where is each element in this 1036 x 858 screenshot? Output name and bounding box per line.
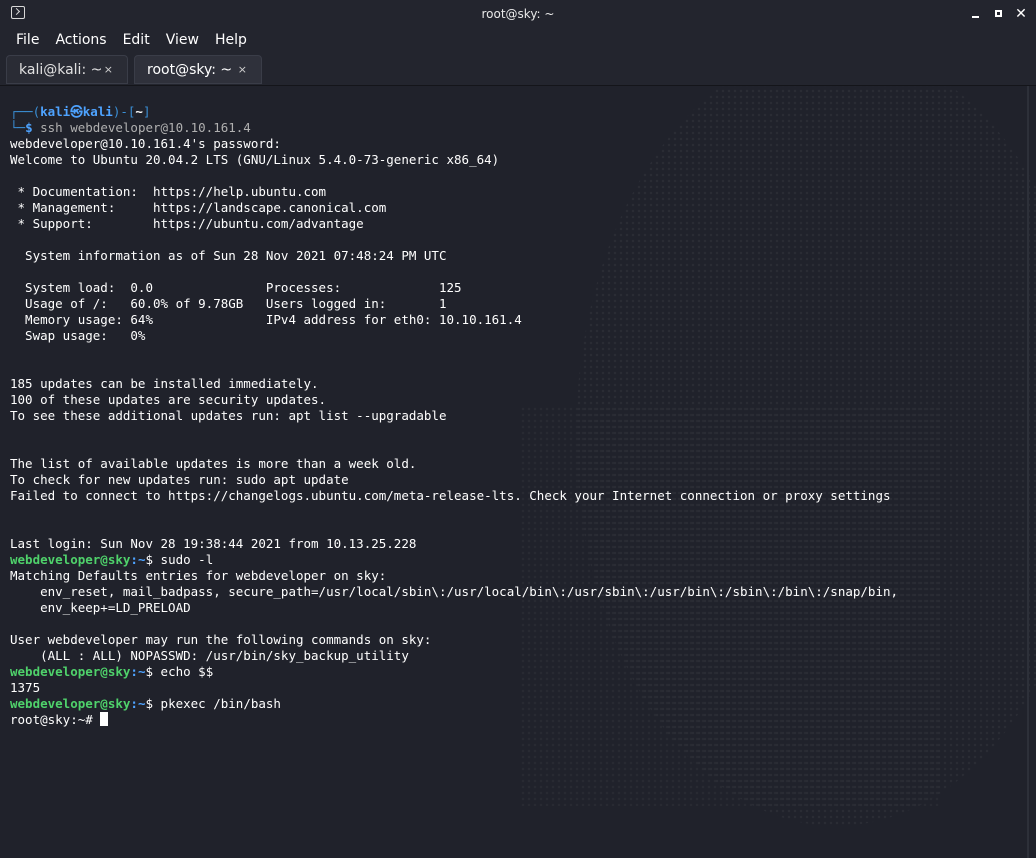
terminal-output-line bbox=[10, 168, 898, 184]
terminal-output-area[interactable]: ┌──(kali㉿kali)-[~] └─$ ssh webdeveloper@1… bbox=[0, 86, 1036, 858]
close-icon[interactable]: ✕ bbox=[1014, 7, 1028, 21]
terminal-output-line bbox=[10, 360, 898, 376]
terminal-output-line: Matching Defaults entries for webdevelop… bbox=[10, 568, 387, 583]
terminal-output-line bbox=[10, 344, 898, 360]
terminal-output-line: webdeveloper@10.10.161.4's password: bbox=[10, 136, 289, 151]
terminal-output-line: User webdeveloper may run the following … bbox=[10, 632, 432, 647]
ssh-login-output: webdeveloper@10.10.161.4's password: Wel… bbox=[10, 136, 898, 552]
terminal-output-line: To check for new updates run: sudo apt u… bbox=[10, 472, 349, 487]
kali-prompt-line-2: └─$ ssh webdeveloper@10.10.161.4 bbox=[10, 120, 251, 135]
tab-kali[interactable]: kali@kali: ~ × bbox=[6, 55, 128, 84]
menu-file[interactable]: File bbox=[8, 28, 47, 52]
terminal-output-line: 100 of these updates are security update… bbox=[10, 392, 327, 407]
terminal-output-line: Welcome to Ubuntu 20.04.2 LTS (GNU/Linux… bbox=[10, 152, 500, 167]
minimize-icon[interactable] bbox=[969, 7, 983, 21]
terminal-output-line: Memory usage: 64% IPv4 address for eth0:… bbox=[10, 312, 522, 327]
echo-output: 1375 bbox=[10, 680, 41, 695]
tab-root-sky[interactable]: root@sky: ~ × bbox=[134, 55, 262, 84]
terminal-output-line bbox=[10, 264, 898, 280]
sudo-output: Matching Defaults entries for webdevelop… bbox=[10, 568, 898, 664]
title-bar[interactable]: root@sky: ~ ✕ bbox=[0, 0, 1036, 28]
terminal-output-line: System load: 0.0 Processes: 125 bbox=[10, 280, 462, 295]
menu-view[interactable]: View bbox=[158, 28, 207, 52]
terminal-output-line bbox=[10, 424, 898, 440]
terminal-output-line: * Support: https://ubuntu.com/advantage bbox=[10, 216, 364, 231]
terminal-output-line: * Documentation: https://help.ubuntu.com bbox=[10, 184, 327, 199]
terminal-output-line: 185 updates can be installed immediately… bbox=[10, 376, 319, 391]
menu-bar: File Actions Edit View Help bbox=[0, 28, 1036, 52]
menu-edit[interactable]: Edit bbox=[115, 28, 158, 52]
tab-close-icon[interactable]: × bbox=[238, 63, 247, 76]
tab-close-icon[interactable]: × bbox=[104, 63, 113, 76]
terminal-output-line bbox=[10, 440, 898, 456]
root-prompt-line[interactable]: root@sky:~# bbox=[10, 712, 898, 728]
ssh-command: ssh webdeveloper@10.10.161.4 bbox=[32, 120, 251, 135]
sudo-command: sudo -l bbox=[160, 552, 214, 567]
menu-help[interactable]: Help bbox=[207, 28, 255, 52]
terminal-text: ┌──(kali㉿kali)-[~] └─$ ssh webdeveloper@1… bbox=[10, 104, 898, 728]
terminal-output-line: Failed to connect to https://changelogs.… bbox=[10, 488, 891, 503]
window-title: root@sky: ~ bbox=[481, 7, 555, 21]
terminal-cursor bbox=[100, 712, 109, 726]
echo-command: echo $$ bbox=[160, 664, 214, 679]
terminal-output-line: (ALL : ALL) NOPASSWD: /usr/bin/sky_backu… bbox=[10, 648, 409, 663]
terminal-output-line: Last login: Sun Nov 28 19:38:44 2021 fro… bbox=[10, 536, 417, 551]
terminal-window: root@sky: ~ ✕ File Actions Edit View Hel… bbox=[0, 0, 1036, 858]
terminal-output-line: * Management: https://landscape.canonica… bbox=[10, 200, 387, 215]
terminal-output-line bbox=[10, 616, 898, 632]
terminal-output-line: env_reset, mail_badpass, secure_path=/us… bbox=[10, 584, 899, 599]
terminal-output-line: Usage of /: 60.0% of 9.78GB Users logged… bbox=[10, 296, 447, 311]
tab-bar: kali@kali: ~ × root@sky: ~ × bbox=[0, 52, 1036, 86]
terminal-output-line: env_keep+=LD_PRELOAD bbox=[10, 600, 191, 615]
tab-label: kali@kali: ~ bbox=[19, 61, 103, 78]
terminal-output-line: Swap usage: 0% bbox=[10, 328, 146, 343]
terminal-output-line bbox=[10, 504, 898, 520]
pkexec-prompt-line: webdeveloper@sky:~$ pkexec /bin/bash bbox=[10, 696, 281, 711]
pkexec-command: pkexec /bin/bash bbox=[160, 696, 281, 711]
terminal-output-line bbox=[10, 232, 898, 248]
root-prompt: root@sky:~# bbox=[10, 712, 101, 727]
terminal-output-line: To see these additional updates run: apt… bbox=[10, 408, 447, 423]
terminal-app-icon[interactable] bbox=[11, 6, 25, 19]
terminal-scrollbar[interactable] bbox=[1027, 86, 1029, 858]
terminal-output-line: The list of available updates is more th… bbox=[10, 456, 417, 471]
maximize-icon[interactable] bbox=[992, 7, 1006, 21]
menu-actions[interactable]: Actions bbox=[47, 28, 114, 52]
terminal-output-line bbox=[10, 520, 898, 536]
tab-label: root@sky: ~ bbox=[147, 61, 233, 78]
terminal-output-line: System information as of Sun 28 Nov 2021… bbox=[10, 248, 447, 263]
echo-prompt-line: webdeveloper@sky:~$ echo $$ bbox=[10, 664, 214, 679]
kali-prompt-line-1: ┌──(kali㉿kali)-[~] bbox=[10, 104, 151, 119]
sudo-prompt-line: webdeveloper@sky:~$ sudo -l bbox=[10, 552, 214, 567]
